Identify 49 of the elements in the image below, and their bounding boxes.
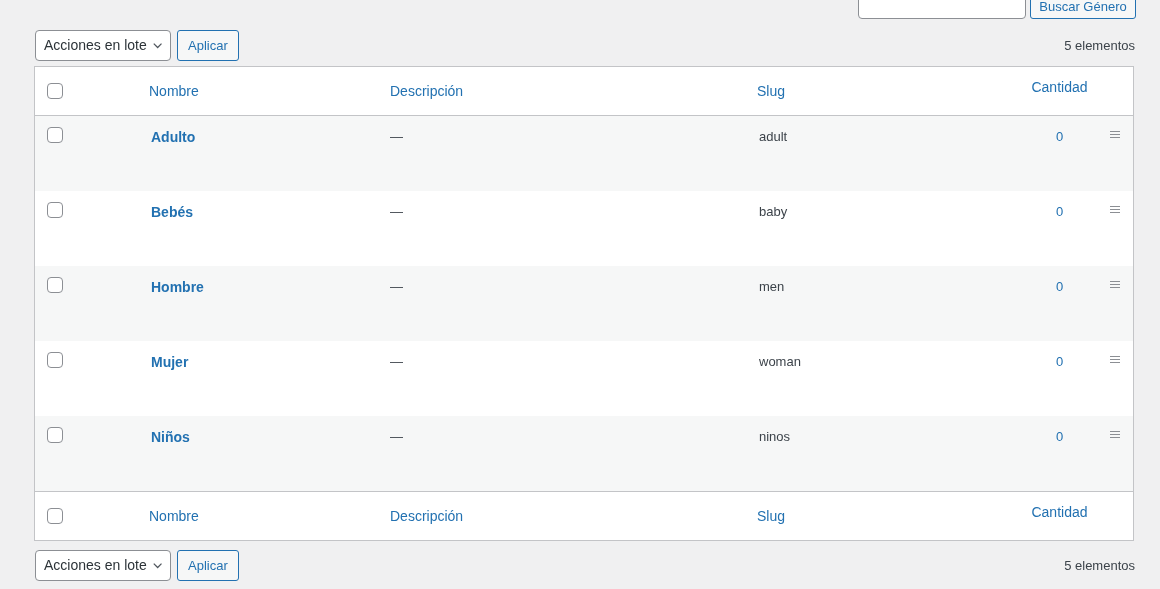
- column-header: Descripción: [390, 507, 464, 524]
- term-name-link[interactable]: Niños: [151, 429, 190, 445]
- item-count: 5 elementos: [1064, 556, 1135, 575]
- slug-cell: baby: [759, 204, 788, 219]
- term-name-link[interactable]: Mujer: [151, 354, 189, 370]
- slug-cell: woman: [759, 354, 801, 369]
- drag-handle-icon[interactable]: [1110, 281, 1120, 288]
- column-header-link[interactable]: Slug: [757, 507, 786, 524]
- term-name-link[interactable]: Hombre: [151, 279, 204, 295]
- bulk-actions-dropdown[interactable]: Acciones en lote: [35, 30, 171, 61]
- count-link[interactable]: 0: [1055, 429, 1064, 444]
- bulk-actions-dropdown[interactable]: Acciones en lote: [35, 550, 171, 581]
- count-link[interactable]: 0: [1055, 354, 1064, 369]
- column-header: Descripción: [390, 82, 464, 99]
- checkbox[interactable]: [47, 83, 63, 99]
- column-header-link[interactable]: Nombre: [149, 507, 199, 524]
- description-cell: —: [390, 129, 403, 144]
- drag-handle-icon[interactable]: [1110, 356, 1120, 363]
- checkbox[interactable]: [47, 202, 63, 218]
- description-cell: —: [390, 279, 403, 294]
- checkbox[interactable]: [47, 352, 63, 368]
- count-link[interactable]: 0: [1055, 129, 1064, 144]
- column-header-link[interactable]: Slug: [757, 82, 786, 99]
- column-header-link[interactable]: Cantidad: [1031, 79, 1088, 95]
- search-button[interactable]: Buscar Género: [1030, 0, 1136, 19]
- checkbox[interactable]: [47, 427, 63, 443]
- checkbox[interactable]: [47, 508, 63, 524]
- slug-cell: adult: [759, 129, 788, 144]
- drag-handle-icon[interactable]: [1110, 206, 1120, 213]
- description-cell: —: [390, 429, 403, 444]
- item-count: 5 elementos: [1064, 36, 1135, 55]
- chevron-down-icon: [152, 561, 162, 570]
- slug-cell: men: [759, 279, 785, 294]
- checkbox[interactable]: [47, 277, 63, 293]
- checkbox[interactable]: [47, 127, 63, 143]
- column-header-link[interactable]: Nombre: [149, 82, 199, 99]
- description-cell: —: [390, 204, 403, 219]
- apply-button[interactable]: Aplicar: [177, 550, 239, 581]
- apply-button[interactable]: Aplicar: [177, 30, 239, 61]
- count-link[interactable]: 0: [1055, 204, 1064, 219]
- description-cell: —: [390, 354, 403, 369]
- term-name-link[interactable]: Bebés: [151, 204, 194, 220]
- count-link[interactable]: 0: [1055, 279, 1064, 294]
- term-name-link[interactable]: Adulto: [151, 129, 196, 145]
- chevron-down-icon: [152, 41, 162, 50]
- drag-handle-icon[interactable]: [1110, 431, 1120, 438]
- column-header-link[interactable]: Cantidad: [1031, 504, 1088, 520]
- slug-cell: ninos: [759, 429, 791, 444]
- drag-handle-icon[interactable]: [1110, 131, 1120, 138]
